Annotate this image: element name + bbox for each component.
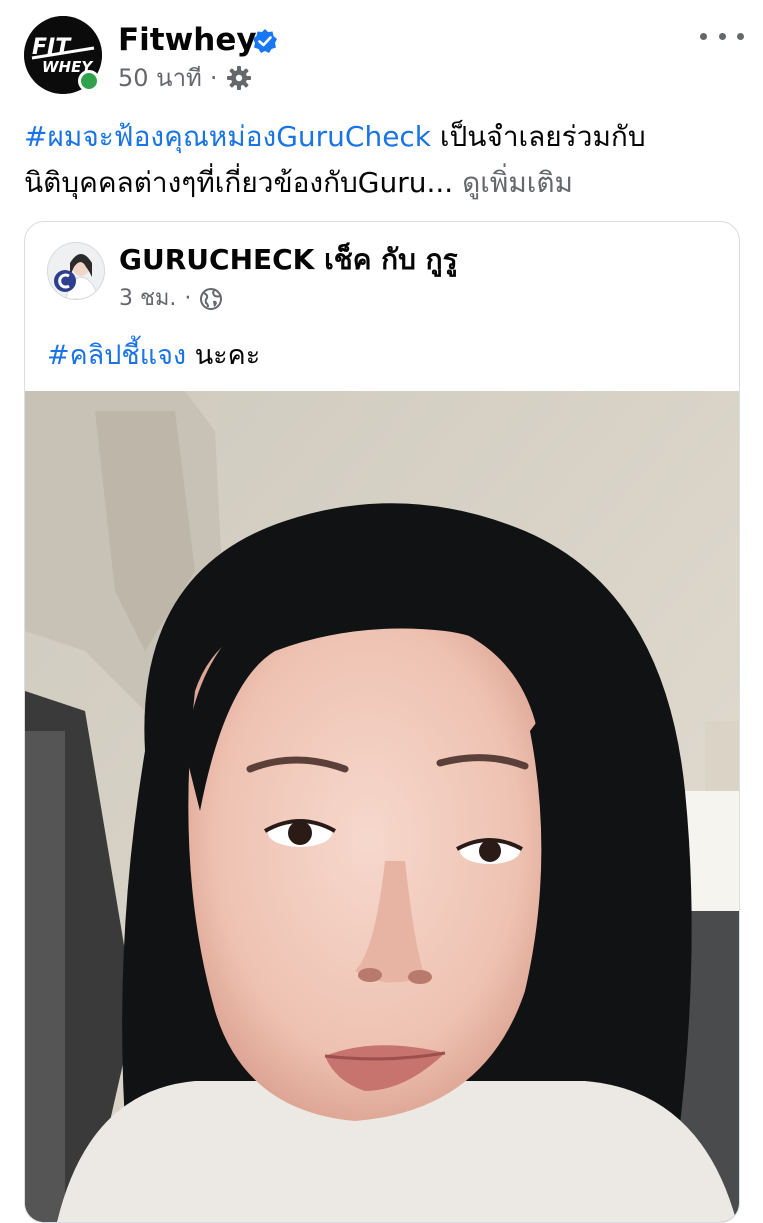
see-more-link[interactable]: ดูเพิ่มเติม xyxy=(462,166,573,199)
post-time[interactable]: 50 นาที xyxy=(118,62,202,94)
caption-hashtag-link[interactable]: #ผมจะฟ้องคุณหม่องGuruCheck xyxy=(24,120,431,153)
gear-icon xyxy=(226,66,251,90)
dot-icon xyxy=(718,32,726,40)
shared-post-text: #คลิปชี้แจง นะคะ xyxy=(47,336,260,376)
shared-text: นะคะ xyxy=(186,340,261,371)
online-status-dot xyxy=(78,70,100,92)
globe-icon xyxy=(200,288,223,310)
dot-icon xyxy=(700,32,707,40)
shared-post-time[interactable]: 3 ชม. xyxy=(119,284,176,314)
video-player[interactable] xyxy=(25,391,739,1222)
verified-badge-icon xyxy=(253,29,277,53)
shared-post-meta: 3 ชม. · xyxy=(119,284,223,314)
meta-separator: · xyxy=(209,64,218,92)
shared-meta-separator: · xyxy=(184,286,192,311)
shared-post-card[interactable]: GURUCHECK เช็ค กับ กูรู 3 ชม. · #คลิปชี้… xyxy=(24,221,740,1223)
post-caption: #ผมจะฟ้องคุณหม่องGuruCheck เป็นจำเลยร่วม… xyxy=(24,114,744,206)
shared-hashtag-link[interactable]: #คลิปชี้แจง xyxy=(47,340,186,371)
page-name[interactable]: Fitwhey xyxy=(118,20,257,60)
video-frame xyxy=(25,391,739,1222)
dot-icon xyxy=(737,32,744,40)
shared-author-name[interactable]: GURUCHECK เช็ค กับ กูรู xyxy=(119,242,458,278)
post-meta: 50 นาที · xyxy=(118,62,252,94)
more-options-button[interactable] xyxy=(700,20,744,52)
shared-author-avatar[interactable] xyxy=(47,242,105,300)
